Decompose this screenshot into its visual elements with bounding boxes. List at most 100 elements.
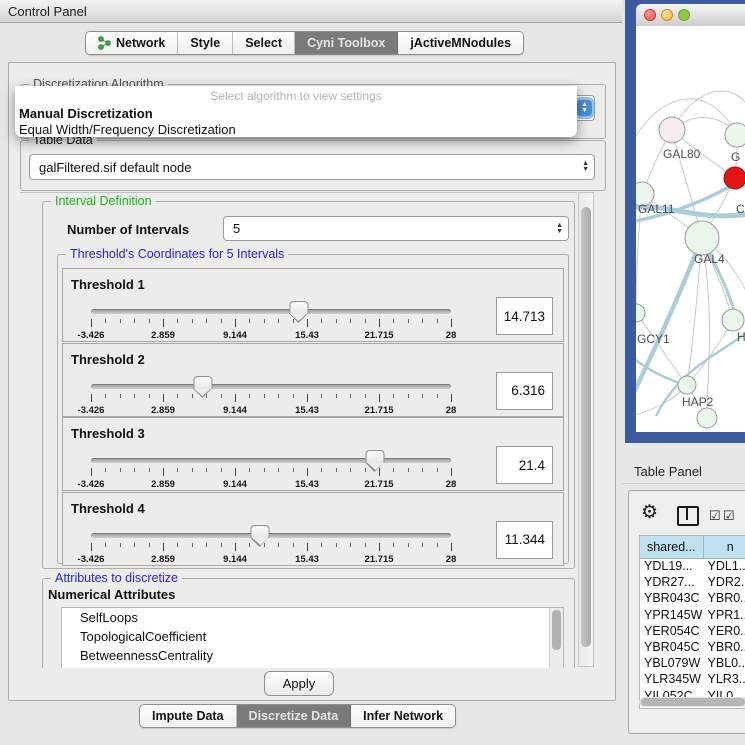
tab-infer-network-label: Infer Network xyxy=(363,709,443,723)
tab-discretize-data[interactable]: Discretize Data xyxy=(237,705,352,727)
table-row[interactable]: YBR045CYBR0... xyxy=(640,639,745,655)
cell-name[interactable]: YPR1... xyxy=(704,608,745,622)
split-columns-icon[interactable] xyxy=(677,506,699,526)
checkbox-icon[interactable]: ☑ xyxy=(709,508,721,524)
threshold-value-field[interactable]: 6.316 xyxy=(496,372,553,410)
tab-cyni-toolbox[interactable]: Cyni Toolbox xyxy=(295,32,398,54)
cell-name[interactable]: YIL0... xyxy=(704,689,745,697)
network-node[interactable] xyxy=(722,309,744,331)
numerical-attributes-label: Numerical Attributes xyxy=(48,587,175,602)
attribute-list-item[interactable]: TopologicalCoefficient xyxy=(62,627,563,646)
attributes-group: Attributes to discretize Numerical Attri… xyxy=(42,578,575,668)
table-row[interactable]: YBR043CYBR0... xyxy=(640,590,745,606)
tab-select[interactable]: Select xyxy=(233,32,295,54)
cell-name[interactable]: YER0... xyxy=(704,624,745,638)
gear-icon[interactable]: ⚙ xyxy=(641,501,658,524)
attribute-list-item[interactable]: SelfLoops xyxy=(62,608,563,627)
threshold-value-field[interactable]: 14.713 xyxy=(496,297,553,335)
tab-discretize-data-label: Discretize Data xyxy=(249,709,339,723)
settings-scrollbar-thumb[interactable] xyxy=(581,207,591,647)
attribute-list-item[interactable]: BetweennessCentrality xyxy=(62,646,563,665)
cell-shared-name[interactable]: YPR145W xyxy=(640,608,704,622)
network-node[interactable] xyxy=(725,123,745,147)
tab-style[interactable]: Style xyxy=(178,32,233,54)
table-horizontal-scrollbar[interactable] xyxy=(639,697,745,707)
slider-tick-labels: -3.4262.8599.14415.4321.71528 xyxy=(91,479,451,491)
slider-tick-label: 15.43 xyxy=(295,479,319,490)
slider-thumb[interactable] xyxy=(193,376,212,389)
attributes-scrollbar[interactable] xyxy=(549,608,563,668)
threshold-slider[interactable]: -3.4262.8599.14415.4321.71528 xyxy=(91,309,451,311)
algorithm-option-equal-width[interactable]: Equal Width/Frequency Discretization xyxy=(15,121,577,137)
column-header-shared-name[interactable]: shared... xyxy=(640,536,704,558)
cell-shared-name[interactable]: YER054C xyxy=(640,624,704,638)
cell-name[interactable]: YBL0... xyxy=(704,656,745,670)
cell-name[interactable]: YLR3... xyxy=(704,672,745,686)
network-node-label: HAP2 xyxy=(682,395,714,409)
network-node[interactable] xyxy=(685,221,719,255)
tab-infer-network[interactable]: Infer Network xyxy=(351,705,455,727)
threshold-value-field[interactable]: 21.4 xyxy=(496,446,553,484)
close-traffic-light-icon[interactable] xyxy=(644,9,656,21)
combo-stepper-icon: ▲▼ xyxy=(556,223,568,235)
tab-impute-data[interactable]: Impute Data xyxy=(140,705,237,727)
tab-network[interactable]: Network xyxy=(86,32,178,54)
table-row[interactable]: YPR145WYPR1... xyxy=(640,607,745,623)
network-node[interactable] xyxy=(678,376,696,394)
cell-shared-name[interactable]: YBR043C xyxy=(640,591,704,605)
cell-name[interactable]: YBR0... xyxy=(704,640,745,654)
table-row[interactable]: YDL19...YDL1... xyxy=(640,558,745,574)
network-node[interactable] xyxy=(659,117,685,143)
threshold-slider[interactable]: -3.4262.8599.14415.4321.71528 xyxy=(91,384,451,386)
network-node-label: GAL4 xyxy=(694,252,725,266)
table-row[interactable]: YDR27...YDR2... xyxy=(640,574,745,590)
table-row[interactable]: YLR345WYLR3... xyxy=(640,671,745,687)
node-attribute-table[interactable]: shared... n YDL19...YDL1...YDR27...YDR2.… xyxy=(639,535,745,709)
table-hscrollbar-thumb[interactable] xyxy=(641,698,745,706)
slider-track[interactable] xyxy=(91,384,451,389)
cell-shared-name[interactable]: YBL079W xyxy=(640,656,704,670)
settings-vertical-scrollbar[interactable] xyxy=(578,192,594,667)
minimize-traffic-light-icon[interactable] xyxy=(661,9,673,21)
network-canvas[interactable]: GAL80GCGAL11GAL4GCY1HHAP2 xyxy=(636,26,745,432)
cell-shared-name[interactable]: YDL19... xyxy=(640,559,704,573)
network-window-titlebar xyxy=(636,4,745,27)
table-row[interactable]: YBL079WYBL0... xyxy=(640,655,745,671)
slider-thumb[interactable] xyxy=(366,450,385,463)
attributes-scrollbar-thumb[interactable] xyxy=(552,610,561,650)
settings-scroll-region: Interval Definition Number of Intervals … xyxy=(20,192,577,668)
checkbox-icon[interactable]: ☑ xyxy=(723,508,735,524)
zoom-traffic-light-icon[interactable] xyxy=(678,9,690,21)
column-header-name[interactable]: n xyxy=(704,536,745,558)
algorithm-option-manual[interactable]: Manual Discretization xyxy=(15,103,577,121)
slider-tick-label: 2.859 xyxy=(151,330,175,341)
table-row[interactable]: YIL052CYIL0... xyxy=(640,688,745,698)
tab-jactivemnodules[interactable]: jActiveMNodules xyxy=(398,32,523,54)
cell-shared-name[interactable]: YDR27... xyxy=(640,575,704,589)
network-node[interactable] xyxy=(636,304,645,322)
slider-track[interactable] xyxy=(91,533,451,538)
slider-tick-label: 15.43 xyxy=(295,330,319,341)
number-of-intervals-combobox[interactable]: 5 ▲▼ xyxy=(223,216,569,241)
cell-shared-name[interactable]: YIL052C xyxy=(640,689,704,697)
threshold-slider[interactable]: -3.4262.8599.14415.4321.71528 xyxy=(91,533,451,535)
slider-thumb[interactable] xyxy=(289,301,308,314)
table-data-combobox[interactable]: galFiltered.sif default node ▲▼ xyxy=(29,154,595,180)
slider-track[interactable] xyxy=(91,458,451,463)
threshold-panel: Threshold 3-3.4262.8599.14415.4321.71528… xyxy=(62,417,564,491)
slider-track[interactable] xyxy=(91,309,451,314)
cell-shared-name[interactable]: YLR345W xyxy=(640,672,704,686)
cell-shared-name[interactable]: YBR045C xyxy=(640,640,704,654)
network-node[interactable] xyxy=(724,167,745,189)
numerical-attributes-list[interactable]: SelfLoopsTopologicalCoefficientBetweenne… xyxy=(61,607,564,668)
threshold-value-field[interactable]: 11.344 xyxy=(496,521,553,559)
slider-thumb[interactable] xyxy=(251,525,270,538)
threshold-slider[interactable]: -3.4262.8599.14415.4321.71528 xyxy=(91,458,451,460)
network-node[interactable] xyxy=(697,408,717,428)
table-row[interactable]: YER054CYER0... xyxy=(640,623,745,639)
cell-name[interactable]: YBR0... xyxy=(704,591,745,605)
cell-name[interactable]: YDR2... xyxy=(704,575,745,589)
cell-name[interactable]: YDL1... xyxy=(704,559,745,573)
apply-button[interactable]: Apply xyxy=(264,671,334,696)
slider-tick-label: -3.426 xyxy=(78,330,105,341)
